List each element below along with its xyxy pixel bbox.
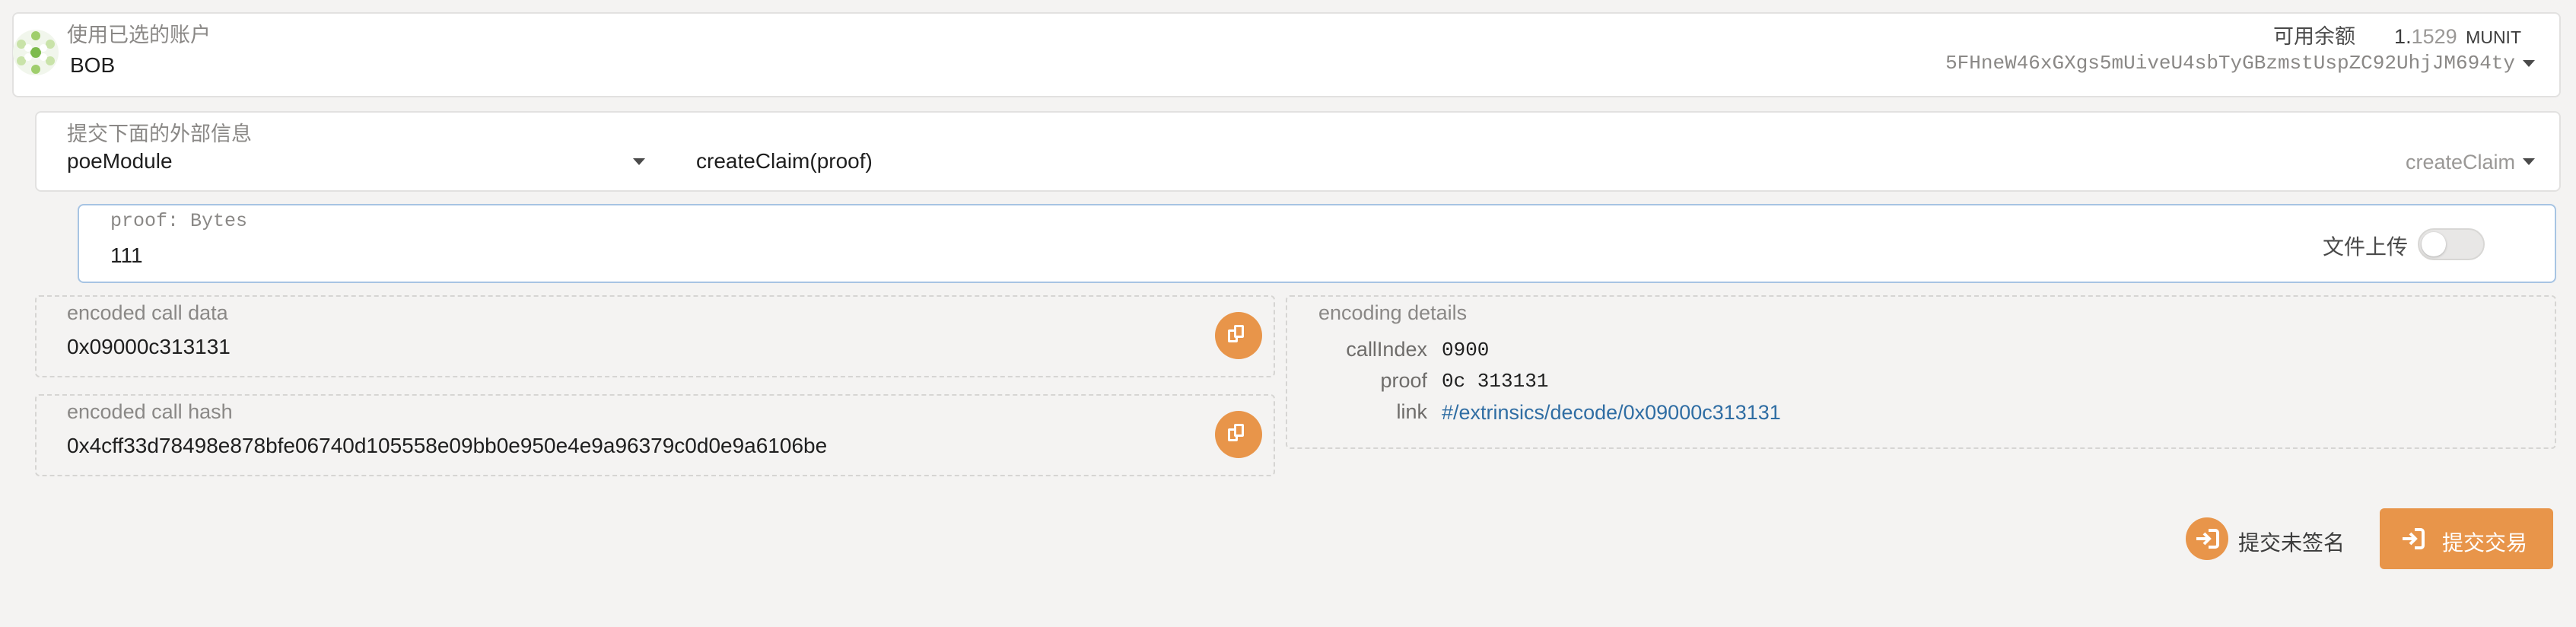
balance-label: 可用余额 <box>2273 25 2356 48</box>
identicon-icon <box>12 29 59 76</box>
balance-int: 1. <box>2394 25 2412 48</box>
param-label: proof: Bytes <box>110 210 248 232</box>
submit-transaction-label: 提交交易 <box>2442 531 2528 555</box>
copy-call-hash-button[interactable] <box>1215 411 1262 458</box>
toggle-knob <box>2422 232 2446 256</box>
copy-icon-front <box>1234 424 1244 437</box>
call-short-label: createClaim <box>2405 151 2515 173</box>
account-address: 5FHneW46xGXgs5mUiveU4sbTyGBzmstUspZC92Uh… <box>1945 52 2515 75</box>
sign-in-icon[interactable] <box>2186 517 2228 560</box>
sign-unsigned-button[interactable]: 提交未签名 <box>2238 527 2345 557</box>
file-upload-toggle[interactable] <box>2418 228 2485 260</box>
module-select[interactable]: poeModule <box>67 149 173 173</box>
submit-transaction-button[interactable]: 提交交易 <box>2380 508 2553 569</box>
upload-label: 文件上传 <box>2323 235 2409 259</box>
proof-encoded-value: 0c 313131 <box>1442 370 1549 393</box>
balance-unit: MUNIT <box>2466 27 2521 47</box>
encoded-call-hash-label: encoded call hash <box>67 400 233 423</box>
balance-frac: 1529 <box>2411 25 2457 48</box>
call-dropdown-icon[interactable] <box>2523 158 2535 165</box>
submit-sign-icon <box>2399 525 2427 556</box>
extrinsic-label: 提交下面的外部信息 <box>67 123 252 145</box>
balance: 可用余额 1.1529 MUNIT <box>2273 20 2521 49</box>
module-dropdown-icon[interactable] <box>633 158 645 165</box>
encoded-call-data-label: encoded call data <box>67 301 228 324</box>
account-dropdown-icon[interactable] <box>2523 60 2535 67</box>
encoded-call-hash-value: 0x4cff33d78498e878bfe06740d105558e09bb0e… <box>67 434 828 457</box>
account-label: 使用已选的账户 <box>67 24 211 46</box>
encoded-call-data-value: 0x09000c313131 <box>67 335 231 358</box>
call-select[interactable]: createClaim(proof) <box>696 149 873 173</box>
encoding-details-title: encoding details <box>1318 301 1468 324</box>
param-input-box[interactable] <box>78 204 2556 283</box>
account-name[interactable]: BOB <box>70 53 115 78</box>
proof-label: proof <box>1380 369 1427 392</box>
param-value[interactable]: 111 <box>110 243 143 268</box>
decode-link[interactable]: #/extrinsics/decode/0x09000c313131 <box>1442 401 1781 425</box>
callindex-label: callIndex <box>1346 338 1427 361</box>
copy-call-data-button[interactable] <box>1215 312 1262 359</box>
callindex-value: 0900 <box>1442 339 1490 361</box>
extrinsic-selector <box>35 111 2561 192</box>
copy-icon-front <box>1234 325 1244 338</box>
link-label: link <box>1396 400 1427 423</box>
